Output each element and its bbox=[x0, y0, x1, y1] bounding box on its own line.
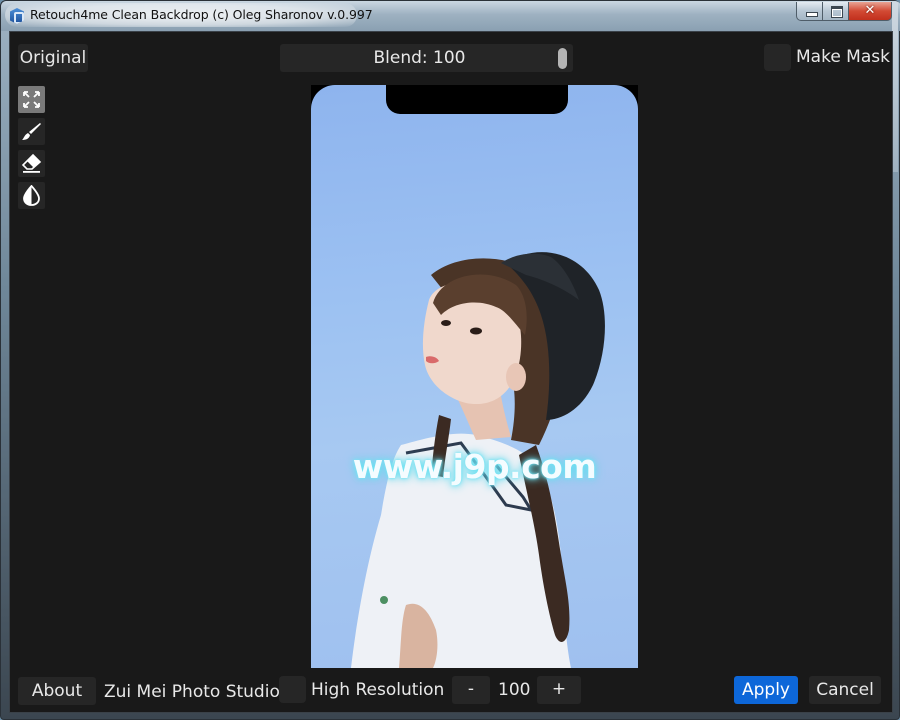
fit-to-screen-tool[interactable] bbox=[18, 86, 45, 113]
apply-button[interactable]: Apply bbox=[734, 676, 798, 704]
studio-name-label: Zui Mei Photo Studio bbox=[104, 682, 280, 702]
watermark-text: www.j9p.com bbox=[352, 447, 597, 486]
increase-resolution-button[interactable]: + bbox=[537, 676, 581, 704]
high-resolution-label[interactable]: High Resolution bbox=[311, 680, 444, 700]
eraser-tool[interactable] bbox=[18, 150, 45, 177]
close-icon: ✕ bbox=[864, 3, 876, 18]
about-button[interactable]: About bbox=[18, 677, 96, 705]
expand-icon bbox=[23, 91, 40, 108]
window-title: Retouch4me Clean Backdrop (c) Oleg Sharo… bbox=[30, 7, 373, 22]
main-panel: Original Blend: 100 Make Mask www.j9p.co… bbox=[9, 31, 893, 713]
blend-label: Blend: 100 bbox=[373, 48, 466, 68]
contrast-tool[interactable] bbox=[18, 182, 45, 209]
window-controls: ✕ bbox=[796, 2, 892, 22]
brush-tool[interactable] bbox=[18, 118, 45, 145]
contrast-drop-icon bbox=[23, 185, 40, 206]
original-button[interactable]: Original bbox=[18, 44, 88, 72]
minimize-button[interactable] bbox=[796, 2, 823, 21]
resolution-value: 100 bbox=[498, 680, 531, 700]
cancel-button[interactable]: Cancel bbox=[809, 676, 881, 704]
app-window: Retouch4me Clean Backdrop (c) Oleg Sharo… bbox=[0, 0, 900, 720]
portrait-figure bbox=[351, 252, 605, 668]
blend-slider[interactable]: Blend: 100 bbox=[280, 44, 573, 72]
maximize-button[interactable] bbox=[823, 2, 849, 21]
decrease-resolution-button[interactable]: - bbox=[452, 676, 490, 704]
close-button[interactable]: ✕ bbox=[849, 2, 892, 21]
brush-icon bbox=[22, 123, 41, 140]
high-resolution-checkbox[interactable] bbox=[279, 676, 306, 703]
phone-notch bbox=[386, 85, 568, 114]
preview-image[interactable]: www.j9p.com bbox=[311, 85, 638, 668]
title-bar[interactable]: Retouch4me Clean Backdrop (c) Oleg Sharo… bbox=[1, 1, 900, 31]
eraser-icon bbox=[21, 153, 42, 173]
make-mask-checkbox[interactable] bbox=[764, 44, 791, 71]
make-mask-label[interactable]: Make Mask bbox=[796, 47, 890, 67]
blend-slider-handle[interactable] bbox=[558, 48, 567, 69]
